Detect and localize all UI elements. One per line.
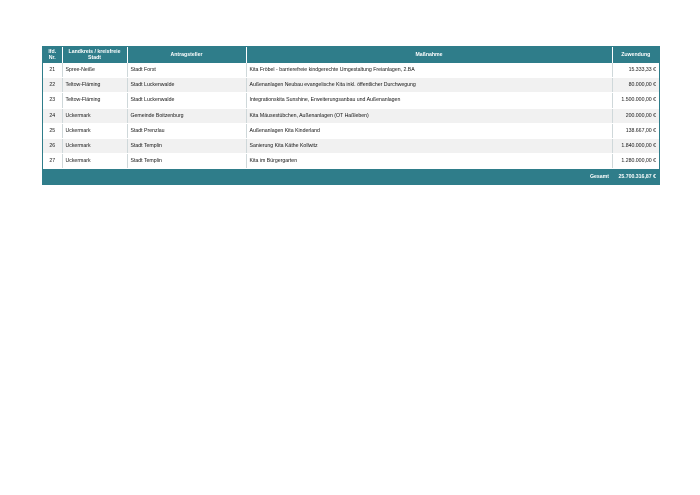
cell-landkreis: Teltow-Fläming [62, 92, 128, 109]
table-row: 26 Uckermark Stadt Templin Sanierung Kit… [43, 138, 659, 155]
cell-antragsteller: Stadt Luckenwalde [127, 77, 247, 94]
header-antragsteller: Antragsteller [127, 47, 247, 63]
cell-landkreis: Uckermark [62, 123, 128, 139]
cell-massnahme: Integrationskita Sunshine, Erweiterungsa… [246, 92, 613, 109]
header-row: lfd. Nr. Landkreis / kreisfreie Stadt An… [43, 47, 659, 63]
cell-zuwendung: 1.500.000,00 € [612, 92, 659, 109]
cell-massnahme: Außenanlagen Neubau evangelische Kita in… [246, 77, 613, 94]
cell-zuwendung: 138.667,00 € [612, 123, 659, 139]
cell-nr: 23 [43, 92, 63, 109]
table-row: 27 Uckermark Stadt Templin Kita im Bürge… [43, 153, 659, 170]
cell-landkreis: Spree-Neiße [62, 63, 128, 79]
cell-massnahme: Sanierung Kita Käthe Kollwitz [246, 138, 613, 155]
cell-nr: 21 [43, 63, 63, 79]
cell-landkreis: Uckermark [62, 108, 128, 124]
table-row: 21 Spree-Neiße Stadt Forst Kita Fröbel -… [43, 63, 659, 79]
funding-table-container: lfd. Nr. Landkreis / kreisfreie Stadt An… [42, 46, 660, 186]
cell-zuwendung: 15.333,33 € [612, 63, 659, 79]
funding-table: lfd. Nr. Landkreis / kreisfreie Stadt An… [43, 47, 659, 185]
table-header: lfd. Nr. Landkreis / kreisfreie Stadt An… [43, 47, 659, 63]
cell-massnahme: Kita im Bürgergarten [246, 153, 613, 170]
header-landkreis: Landkreis / kreisfreie Stadt [62, 47, 128, 63]
cell-antragsteller: Stadt Forst [127, 63, 247, 79]
cell-zuwendung: 200.000,00 € [612, 108, 659, 124]
table-body: 21 Spree-Neiße Stadt Forst Kita Fröbel -… [43, 63, 659, 170]
cell-antragsteller: Stadt Templin [127, 153, 247, 170]
cell-nr: 25 [43, 123, 63, 139]
cell-massnahme: Außenanlagen Kita Kinderland [246, 123, 613, 139]
table-row: 22 Teltow-Fläming Stadt Luckenwalde Auße… [43, 77, 659, 94]
header-zuwendung: Zuwendung [612, 47, 659, 63]
table-row: 24 Uckermark Gemeinde Boitzenburg Kita M… [43, 108, 659, 124]
table-footer: Gesamt 25.700.316,87 € [43, 168, 659, 185]
cell-nr: 22 [43, 77, 63, 94]
cell-antragsteller: Stadt Luckenwalde [127, 92, 247, 109]
cell-massnahme: Kita Mäusestübchen, Außenanlagen (OT Haß… [246, 108, 613, 124]
cell-zuwendung: 80.000,00 € [612, 77, 659, 94]
table-row: 23 Teltow-Fläming Stadt Luckenwalde Inte… [43, 92, 659, 109]
cell-antragsteller: Stadt Templin [127, 138, 247, 155]
total-value: 25.700.316,87 € [612, 168, 659, 185]
cell-landkreis: Uckermark [62, 153, 128, 170]
cell-zuwendung: 1.840.000,00 € [612, 138, 659, 155]
cell-nr: 24 [43, 108, 63, 124]
cell-landkreis: Teltow-Fläming [62, 77, 128, 94]
header-massnahme: Maßnahme [246, 47, 613, 63]
cell-antragsteller: Stadt Prenzlau [127, 123, 247, 139]
header-nr: lfd. Nr. [43, 47, 63, 63]
table-row: 25 Uckermark Stadt Prenzlau Außenanlagen… [43, 123, 659, 139]
total-label: Gesamt [43, 168, 612, 185]
total-row: Gesamt 25.700.316,87 € [43, 168, 659, 185]
cell-landkreis: Uckermark [62, 138, 128, 155]
cell-zuwendung: 1.280.000,00 € [612, 153, 659, 170]
cell-antragsteller: Gemeinde Boitzenburg [127, 108, 247, 124]
cell-massnahme: Kita Fröbel - barrierefreie kindgerechte… [246, 63, 613, 79]
cell-nr: 27 [43, 153, 63, 170]
cell-nr: 26 [43, 138, 63, 155]
